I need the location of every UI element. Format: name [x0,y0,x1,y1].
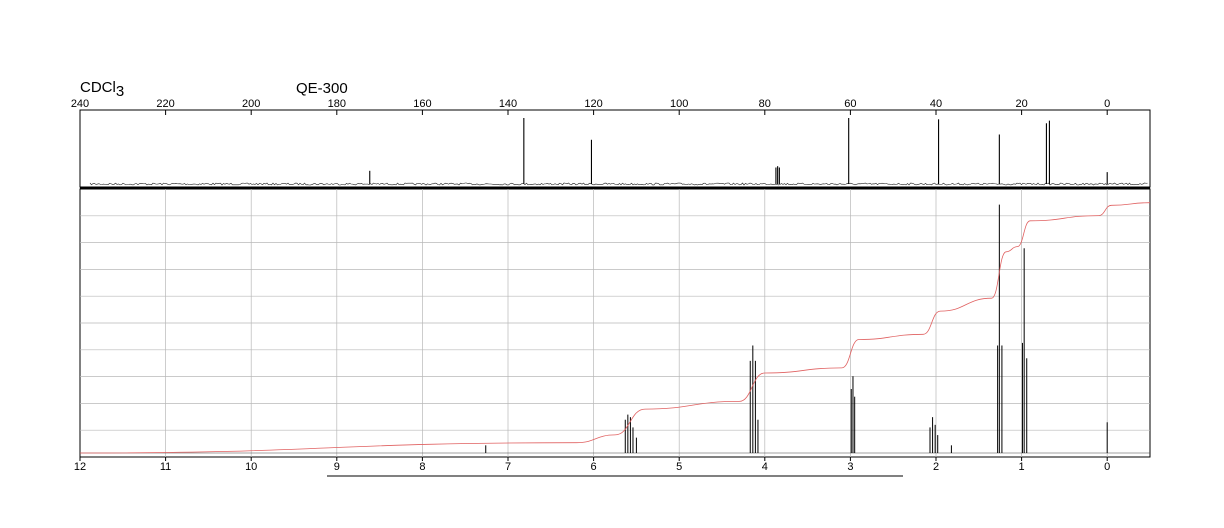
proton-tick-label: 0 [1104,461,1110,473]
carbon-noise-trace [89,182,1148,186]
carbon-tick-label: 180 [328,98,346,110]
carbon-tick-label: 60 [844,98,856,110]
proton-tick-label: 10 [245,461,257,473]
carbon-tick-label: 160 [413,98,431,110]
proton-tick-label: 7 [505,461,511,473]
carbon-tick-label: 220 [156,98,174,110]
carbon-axis-ticks: 240 220 200 180 160 140 120 100 80 60 40 20 0 [71,98,1110,115]
carbon-tick-label: 140 [499,98,517,110]
proton-tick-label: 4 [762,461,768,473]
proton-grid [80,189,1150,457]
carbon-tick-label: 0 [1104,98,1110,110]
nmr-spectrum-figure: CDCl3 QE-300 240 220 200 180 160 140 120 100 80 6… [71,79,1151,477]
carbon-tick-label: 20 [1015,98,1027,110]
proton-tick-label: 8 [419,461,425,473]
proton-tick-label: 6 [591,461,597,473]
carbon-spectrum-frame [79,109,1151,188]
proton-tick-label: 9 [334,461,340,473]
solvent-label: CDCl3 [80,79,124,100]
carbon-tick-label: 240 [71,98,89,110]
carbon-tick-label: 80 [759,98,771,110]
carbon-peaks [369,118,1108,184]
proton-peaks [485,204,1108,453]
carbon-baseline [89,182,1148,186]
proton-tick-label: 2 [933,461,939,473]
carbon-tick-label: 200 [242,98,260,110]
proton-tick-label: 12 [74,461,86,473]
proton-tick-label: 3 [847,461,853,473]
proton-axis-ticks: 12 11 10 9 8 7 6 5 4 3 2 1 0 [74,452,1150,473]
carbon-tick-label: 100 [670,98,688,110]
carbon-tick-label: 40 [930,98,942,110]
proton-tick-label: 1 [1019,461,1025,473]
carbon-tick-label: 120 [584,98,602,110]
proton-integral-curve [79,202,1151,454]
instrument-label: QE-300 [296,80,348,97]
proton-tick-label: 11 [160,461,171,473]
proton-tick-label: 5 [676,461,682,473]
